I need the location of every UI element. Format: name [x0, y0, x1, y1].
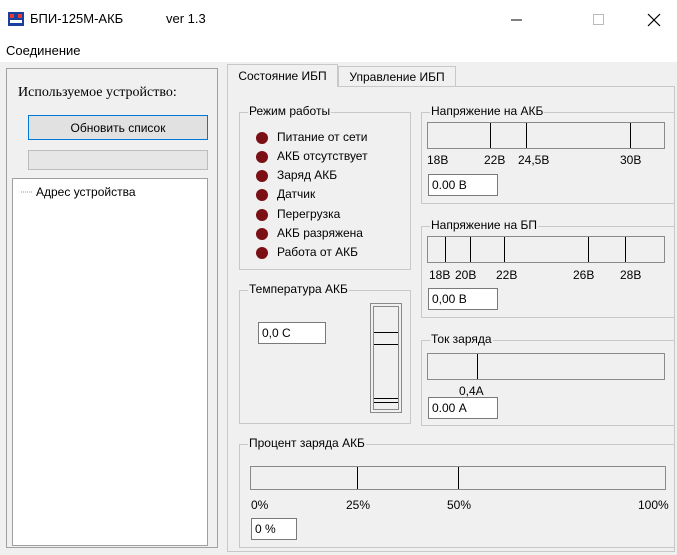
- led-icon: [256, 247, 268, 259]
- psu-scale-label: 18В: [429, 268, 451, 282]
- led-icon: [256, 132, 268, 144]
- percent-scale-label: 100%: [638, 498, 669, 512]
- scale-tick: [625, 237, 626, 262]
- gauge-tick: [374, 398, 398, 399]
- tab-ups-control[interactable]: Управление ИБП: [338, 66, 456, 86]
- indicator-label: Перегрузка: [277, 207, 341, 221]
- psu-scale-label: 20В: [455, 268, 477, 282]
- indicator-battery-low: АКБ разряжена: [256, 226, 406, 246]
- device-select-bar[interactable]: [28, 150, 208, 170]
- window-title: БПИ-125М-АКБ: [30, 11, 124, 26]
- battery-scale-label: 18В: [427, 153, 449, 167]
- percent-scale-label: 25%: [346, 498, 371, 512]
- indicator-sensor: Датчик: [256, 187, 406, 207]
- device-panel-title: Используемое устройство:: [18, 85, 177, 100]
- indicator-on-battery: Работа от АКБ: [256, 245, 406, 265]
- psu-scale-label: 28В: [620, 268, 642, 282]
- scale-tick: [357, 467, 358, 489]
- indicator-no-battery: АКБ отсутствует: [256, 149, 406, 169]
- psu-scale-label: 22В: [496, 268, 518, 282]
- charge-percent-bar: [250, 466, 666, 490]
- menu-connection[interactable]: Соединение: [6, 43, 81, 58]
- scale-tick: [445, 237, 446, 262]
- indicator-label: Датчик: [277, 187, 316, 201]
- title-bar: БПИ-125М-АКБ ver 1.3: [0, 0, 677, 40]
- scale-tick: [470, 237, 471, 262]
- led-icon: [256, 151, 268, 163]
- current-scale-label: 0,4А: [459, 384, 484, 398]
- charge-current-value: 0.00 А: [428, 397, 498, 419]
- temperature-group-title: Температура АКБ: [248, 282, 349, 296]
- indicator-overload: Перегрузка: [256, 207, 406, 227]
- indicator-label: Питание от сети: [277, 130, 368, 144]
- temperature-gauge: [370, 303, 402, 413]
- psu-voltage-title: Напряжение на БП: [430, 218, 539, 232]
- charge-percent-title: Процент заряда АКБ: [248, 436, 366, 450]
- minimize-button[interactable]: [494, 0, 540, 40]
- device-tree[interactable]: Адрес устройства: [12, 178, 208, 546]
- gauge-tick: [374, 402, 398, 403]
- tree-line-icon: [21, 191, 33, 193]
- psu-voltage-bar: [427, 236, 665, 263]
- gauge-tick: [374, 344, 398, 345]
- scale-tick: [630, 123, 631, 148]
- percent-scale-label: 0%: [251, 498, 269, 512]
- indicator-label: АКБ разряжена: [277, 226, 363, 240]
- indicator-label: Работа от АКБ: [277, 245, 359, 259]
- close-icon: [647, 13, 661, 27]
- scale-tick: [458, 467, 459, 489]
- minimize-icon: [511, 19, 522, 21]
- percent-scale-label: 50%: [447, 498, 472, 512]
- led-icon: [256, 209, 268, 221]
- charge-current-title: Ток заряда: [430, 332, 493, 346]
- scale-tick: [588, 237, 589, 262]
- battery-voltage-title: Напряжение на АКБ: [430, 104, 545, 118]
- battery-voltage-bar: [427, 122, 665, 149]
- tab-ups-state[interactable]: Состояние ИБП: [227, 64, 338, 87]
- maximize-icon: [593, 14, 604, 25]
- indicator-mains: Питание от сети: [256, 130, 406, 150]
- psu-voltage-value: 0,00 В: [428, 288, 498, 310]
- indicator-label: Заряд АКБ: [277, 168, 338, 182]
- refresh-list-button[interactable]: Обновить список: [28, 115, 208, 140]
- window-version: ver 1.3: [166, 11, 206, 26]
- indicator-label: АКБ отсутствует: [277, 149, 368, 163]
- led-icon: [256, 228, 268, 240]
- battery-scale-label: 22В: [484, 153, 506, 167]
- app-icon: [8, 12, 24, 26]
- scale-tick: [490, 123, 491, 148]
- indicator-charging: Заряд АКБ: [256, 168, 406, 188]
- close-button[interactable]: [631, 0, 677, 40]
- maximize-button[interactable]: [576, 0, 622, 40]
- tree-item-address[interactable]: Адрес устройства: [21, 185, 136, 199]
- charge-percent-group: [239, 444, 675, 548]
- scale-tick: [477, 354, 478, 379]
- temperature-value: 0,0 С: [258, 322, 326, 344]
- battery-voltage-value: 0.00 В: [428, 174, 498, 196]
- tree-item-label: Адрес устройства: [36, 185, 136, 199]
- charge-percent-value: 0 %: [251, 518, 297, 540]
- scale-tick: [504, 237, 505, 262]
- mode-group-title: Режим работы: [248, 104, 332, 118]
- gauge-tick: [374, 332, 398, 333]
- psu-scale-label: 26В: [573, 268, 595, 282]
- charge-current-bar: [427, 353, 665, 380]
- battery-scale-label: 24,5В: [518, 153, 550, 167]
- scale-tick: [526, 123, 527, 148]
- led-icon: [256, 189, 268, 201]
- menu-bar: Соединение: [0, 40, 677, 62]
- battery-scale-label: 30В: [620, 153, 642, 167]
- temperature-gauge-inner: [373, 306, 399, 410]
- led-icon: [256, 170, 268, 182]
